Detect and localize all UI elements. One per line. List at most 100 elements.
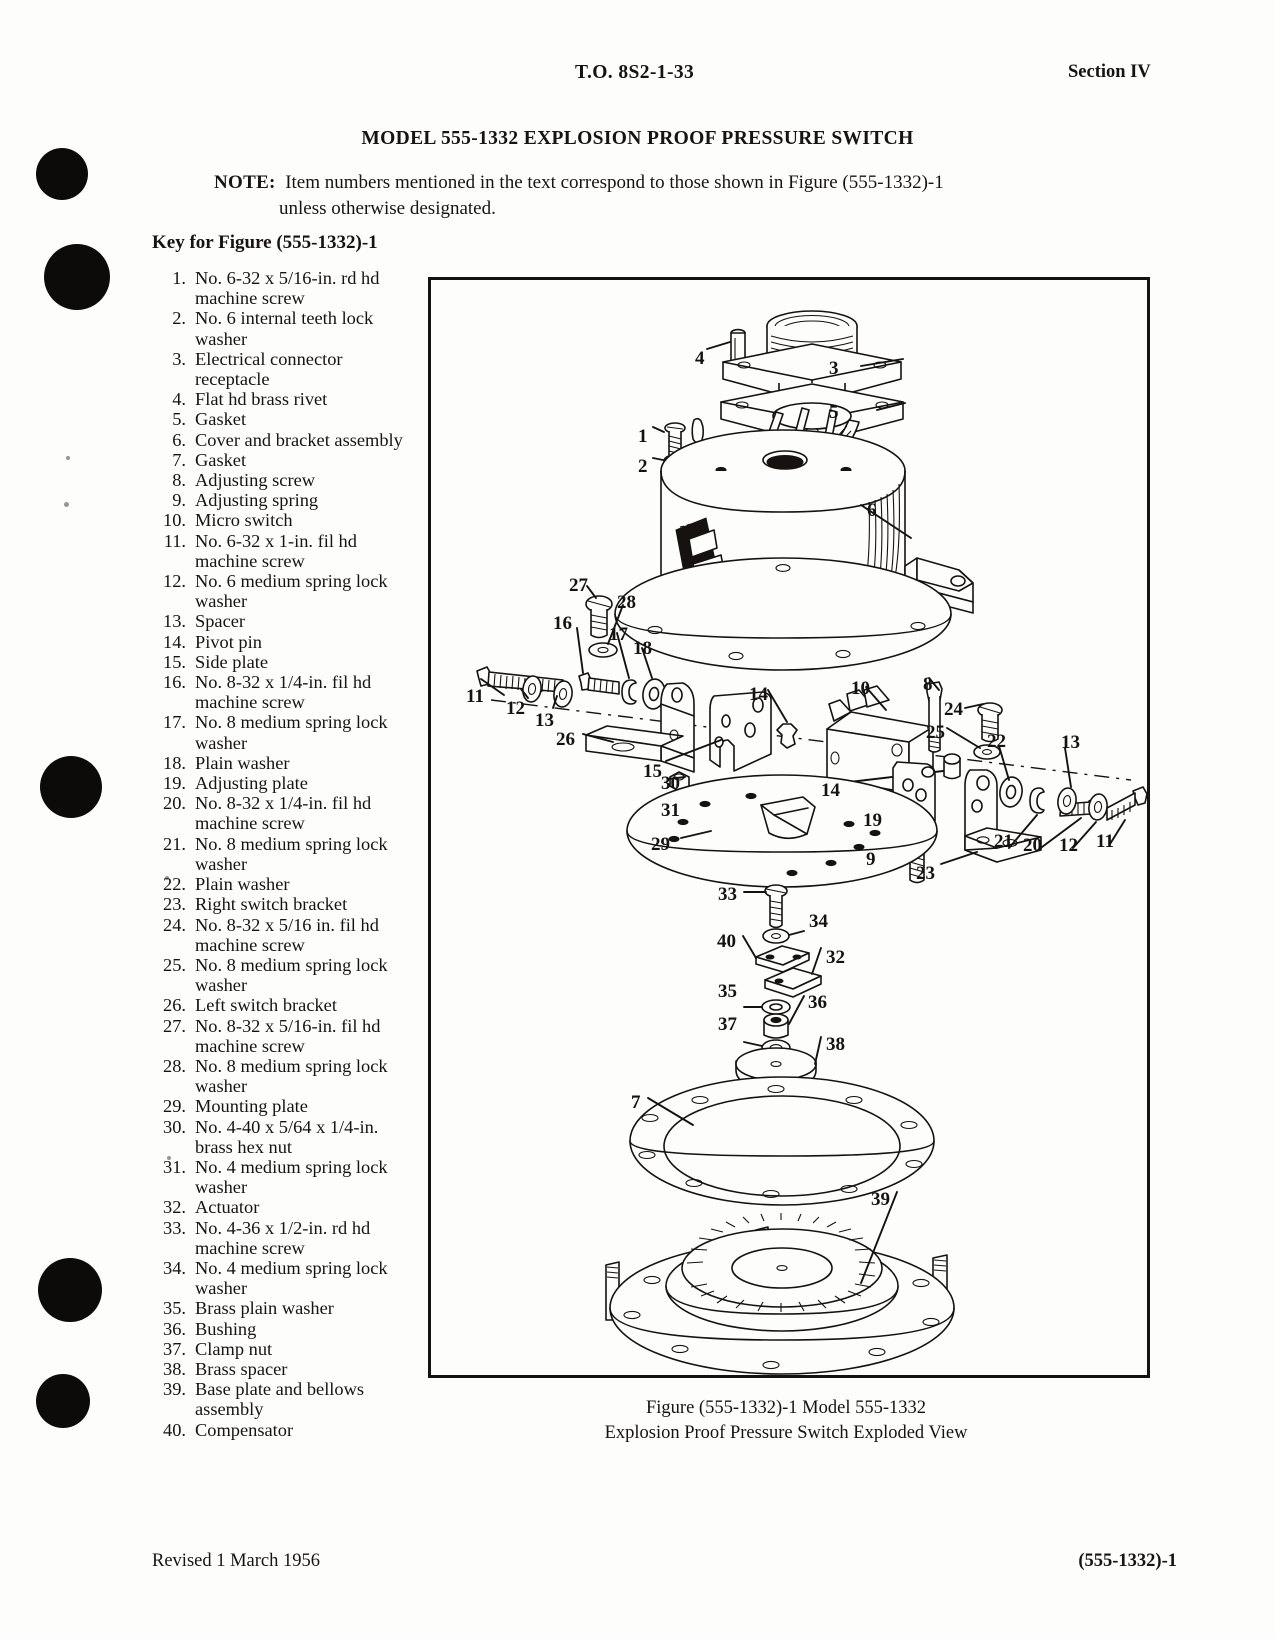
- key-list-item: 25. No. 8 medium spring lock washer: [152, 955, 414, 995]
- key-list-item: 17. No. 8 medium spring lock washer: [152, 712, 414, 752]
- key-item-number: 12.: [163, 571, 186, 592]
- document-page: T.O. 8S2-1-33 Section IV MODEL 555-1332 …: [0, 0, 1275, 1639]
- figure-callout-31: 31: [661, 800, 680, 821]
- figure-callout-24: 24: [944, 699, 963, 720]
- key-item-number: 4.: [172, 389, 186, 410]
- key-list-item: 31. No. 4 medium spring lock washer: [152, 1157, 414, 1197]
- key-list-item: 36. Bushing: [152, 1319, 414, 1339]
- key-item-text: No. 6-32 x 1-in. fil hd machine screw: [195, 530, 357, 571]
- key-item-number: 36.: [163, 1318, 186, 1339]
- key-item-text: Pivot pin: [195, 631, 262, 652]
- key-list-item: 32. Actuator: [152, 1197, 414, 1217]
- figure-callout-29: 29: [651, 834, 670, 855]
- key-item-number: 21.: [163, 833, 186, 854]
- key-item-number: 28.: [163, 1055, 186, 1076]
- figure-callout-23: 23: [916, 863, 935, 884]
- part-lock-washer-12b: [1088, 793, 1108, 821]
- note-block: NOTE: Item numbers mentioned in the text…: [214, 170, 1074, 222]
- exploded-view-drawing: .ln{fill:none;stroke:#16120f;stroke-widt…: [476, 310, 1147, 1375]
- key-item-text: No. 8 medium spring lock washer: [195, 712, 388, 753]
- key-item-text: Brass spacer: [195, 1358, 288, 1379]
- key-item-number: 11.: [163, 530, 186, 551]
- key-item-text: Electrical connector receptacle: [195, 348, 343, 390]
- key-list-item: 9. Adjusting spring: [152, 490, 414, 510]
- figure-callout-27: 27: [569, 575, 588, 596]
- part-base-plate-and-bellows-assembly: [605, 1213, 955, 1375]
- note-label: NOTE:: [214, 172, 276, 193]
- figure-callout-21: 21: [994, 831, 1013, 852]
- key-item-number: 15.: [163, 651, 186, 672]
- figure-frame: .ln{fill:none;stroke:#16120f;stroke-widt…: [428, 277, 1150, 1378]
- key-list-item: 1. No. 6-32 x 5/16-in. rd hd machine scre…: [152, 268, 414, 308]
- key-item-number: 40.: [163, 1419, 186, 1440]
- figure-callout-11: 11: [1096, 831, 1114, 852]
- part-lock-washer-21: [1029, 787, 1045, 814]
- key-list-item: 20. No. 8-32 x 1/4-in. fil hd machine scr…: [152, 793, 414, 833]
- key-item-number: 6.: [172, 429, 186, 450]
- key-item-number: 18.: [163, 752, 186, 773]
- figure-callout-3: 3: [829, 358, 839, 379]
- key-item-number: 24.: [163, 914, 186, 935]
- punch-hole: [44, 244, 110, 310]
- punch-hole: [36, 1374, 90, 1428]
- key-item-number: 13.: [163, 611, 186, 632]
- figure-callout-16: 16: [553, 613, 572, 634]
- key-item-text: No. 8-32 x 1/4-in. fil hd machine screw: [195, 672, 372, 713]
- figure-callout-11: 11: [466, 686, 484, 707]
- key-list-item: 26. Left switch bracket: [152, 995, 414, 1015]
- figure-callout-12: 12: [1059, 835, 1078, 856]
- key-item-text: Base plate and bellows assembly: [195, 1379, 365, 1420]
- key-list-item: 2. No. 6 internal teeth lock washer: [152, 308, 414, 348]
- part-brass-plain-washer-35: [761, 999, 791, 1015]
- key-item-text: Clamp nut: [195, 1338, 273, 1359]
- key-item-number: 17.: [163, 712, 186, 733]
- key-item-number: 14.: [163, 631, 186, 652]
- key-item-text: Brass plain washer: [195, 1298, 334, 1319]
- key-item-text: No. 4 medium spring lock washer: [195, 1257, 388, 1299]
- figure-callout-13: 13: [535, 710, 554, 731]
- key-list-item: 24. No. 8-32 x 5/16 in. fil hd machine sc…: [152, 915, 414, 955]
- scan-speck: [64, 502, 69, 507]
- figure-callout-25: 25: [926, 722, 945, 743]
- punch-hole: [38, 1258, 102, 1322]
- key-list-item: 6. Cover and bracket assembly: [152, 430, 414, 450]
- note-line-1: Item numbers mentioned in the text corre…: [285, 172, 944, 193]
- figure-callout-9: 9: [866, 849, 876, 870]
- key-item-number: 3.: [172, 348, 186, 369]
- figure-callout-7: 7: [631, 1092, 641, 1113]
- key-list-item: 27. No. 8-32 x 5/16-in. fil hd machine sc…: [152, 1016, 414, 1056]
- key-item-text: Plain washer: [195, 874, 290, 895]
- key-heading: Key for Figure (555-1332)-1: [152, 232, 378, 253]
- key-item-text: Gasket: [195, 409, 247, 430]
- figure-callout-33: 33: [718, 884, 737, 905]
- key-item-number: 19.: [163, 773, 186, 794]
- key-item-number: 22.: [163, 874, 186, 895]
- key-item-number: 25.: [163, 954, 186, 975]
- key-list-item: 38. Brass spacer: [152, 1359, 414, 1379]
- figure-callout-2: 2: [638, 456, 648, 477]
- key-item-text: Adjusting spring: [195, 490, 319, 511]
- key-item-text: Mounting plate: [195, 1096, 308, 1117]
- key-item-number: 2.: [172, 308, 186, 329]
- key-list-item: 28. No. 8 medium spring lock washer: [152, 1056, 414, 1096]
- key-list-item: 13. Spacer: [152, 611, 414, 631]
- key-item-text: Micro switch: [195, 510, 293, 531]
- key-item-text: Side plate: [195, 651, 269, 672]
- figure-callout-26: 26: [556, 729, 575, 750]
- key-item-number: 35.: [163, 1298, 186, 1319]
- figure-callout-15: 15: [643, 761, 662, 782]
- figure-callout-10: 10: [851, 678, 870, 699]
- key-item-text: No. 8 medium spring lock washer: [195, 954, 388, 996]
- part-left-switch-bracket: [585, 682, 695, 773]
- key-item-text: Bushing: [195, 1318, 257, 1339]
- key-item-number: 31.: [163, 1156, 186, 1177]
- part-plain-washer-22: [999, 776, 1023, 808]
- figure-callout-37: 37: [718, 1014, 737, 1035]
- part-compensator-40: [755, 945, 810, 973]
- key-item-number: 27.: [163, 1015, 186, 1036]
- key-item-text: No. 6 internal teeth lock washer: [195, 308, 374, 349]
- key-list-item: 15. Side plate: [152, 652, 414, 672]
- key-item-text: No. 8 medium spring lock washer: [195, 833, 388, 874]
- part-machine-screw-11-right: [1106, 786, 1147, 821]
- key-item-number: 39.: [163, 1379, 186, 1400]
